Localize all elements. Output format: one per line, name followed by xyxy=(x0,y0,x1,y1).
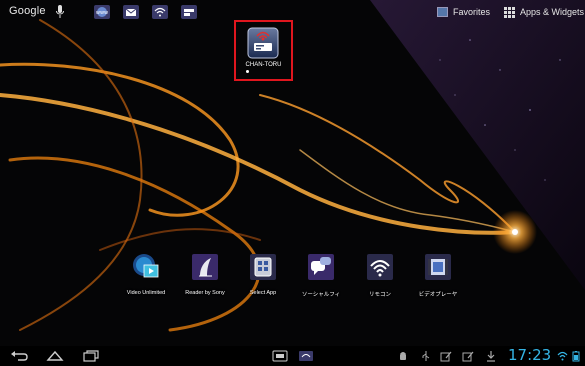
browser-icon[interactable]: www xyxy=(93,4,111,20)
app-label: Select App xyxy=(249,290,277,296)
recent-apps-icon[interactable] xyxy=(82,349,100,363)
app-social[interactable]: ソーシャルフィ xyxy=(291,252,351,298)
wifi-signal-icon xyxy=(557,351,568,361)
usb-icon xyxy=(422,351,430,361)
system-bar: 17:23 xyxy=(0,346,585,366)
app-label: リモコン xyxy=(368,292,391,298)
film-strip-icon xyxy=(425,254,451,280)
video-unlimited-icon xyxy=(133,254,159,278)
app-label: Reader by Sony xyxy=(185,290,225,296)
google-search-label[interactable]: Google xyxy=(9,5,46,17)
settings-toggle-icon[interactable] xyxy=(180,4,198,20)
social-chat-icon xyxy=(308,254,334,280)
app-label: ビデオプレーヤ xyxy=(418,292,458,298)
app-indicator-icon[interactable] xyxy=(298,350,314,362)
app-remote[interactable]: リモコン xyxy=(350,252,410,298)
home-icon[interactable] xyxy=(46,349,64,363)
favorites-label: Favorites xyxy=(453,7,491,17)
wifi-settings-icon[interactable] xyxy=(151,4,169,20)
battery-icon xyxy=(572,351,580,362)
reader-book-icon xyxy=(192,254,218,280)
clock[interactable]: 17:23 xyxy=(508,346,551,364)
app-video-player[interactable]: ビデオプレーヤ xyxy=(408,252,468,298)
app-label: ソーシャルフィ xyxy=(301,292,341,298)
page-indicator-dot xyxy=(246,70,249,73)
chan-toru-app-icon[interactable] xyxy=(247,27,279,59)
app-label: Video Unlimited xyxy=(126,290,166,296)
android-icon xyxy=(400,352,406,360)
apps-grid-icon xyxy=(504,6,515,18)
download-icon xyxy=(487,351,495,362)
screenshot-icon[interactable] xyxy=(272,350,288,362)
edit-notification-icon-2 xyxy=(462,351,474,362)
apps-widgets-label: Apps & Widgets xyxy=(520,7,585,17)
chan-toru-label: CHAN-TORU xyxy=(245,62,282,68)
app-select-app[interactable]: Select App xyxy=(233,252,293,296)
voice-search-icon[interactable] xyxy=(55,4,65,20)
mail-icon[interactable] xyxy=(122,4,140,20)
svg-text:www: www xyxy=(96,10,108,16)
edit-notification-icon xyxy=(440,351,452,362)
app-reader-by-sony[interactable]: Reader by Sony xyxy=(175,252,235,296)
remote-wifi-icon xyxy=(367,254,393,280)
favorites-button[interactable]: Favorites xyxy=(437,5,490,19)
app-video-unlimited[interactable]: Video Unlimited xyxy=(116,252,176,296)
select-app-icon xyxy=(250,254,276,280)
apps-widgets-button[interactable]: Apps & Widgets xyxy=(504,5,584,19)
back-icon[interactable] xyxy=(10,349,28,363)
favorites-icon xyxy=(437,7,448,17)
